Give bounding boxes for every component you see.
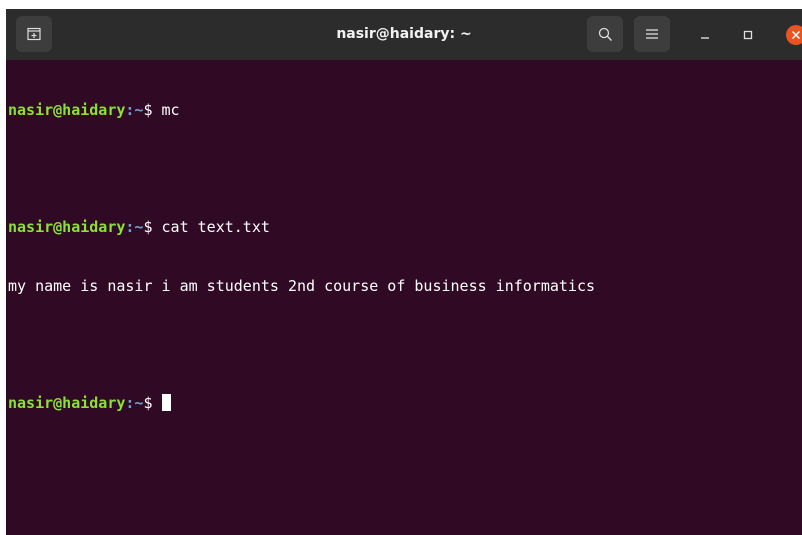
close-icon bbox=[792, 31, 800, 39]
terminal-output[interactable]: nasir@haidary:~$ mc nasir@haidary:~$ cat… bbox=[8, 62, 802, 452]
hamburger-menu-icon bbox=[646, 29, 658, 39]
terminal-output-line: my name is nasir i am students 2nd cours… bbox=[8, 276, 595, 295]
maximize-icon bbox=[743, 30, 753, 39]
prompt-symbol: $ bbox=[143, 218, 162, 236]
search-button[interactable] bbox=[587, 16, 623, 52]
maximize-button[interactable] bbox=[737, 9, 759, 60]
prompt-path: :~ bbox=[125, 101, 144, 119]
prompt-user-host: nasir@haidary bbox=[8, 393, 126, 412]
terminal-line-1: nasir@haidary:~$ mc bbox=[8, 101, 802, 121]
prompt-path: :~ bbox=[125, 218, 144, 236]
command-text: cat text.txt bbox=[161, 218, 270, 236]
terminal-line-2: nasir@haidary:~$ cat text.txt bbox=[8, 218, 802, 238]
prompt-user-host: nasir@haidary bbox=[8, 218, 126, 236]
command-text: mc bbox=[161, 101, 180, 119]
close-button[interactable] bbox=[786, 25, 802, 45]
new-tab-icon bbox=[27, 27, 41, 41]
titlebar: nasir@haidary: ~ bbox=[6, 9, 802, 60]
minimize-icon bbox=[701, 36, 709, 39]
window-title: nasir@haidary: ~ bbox=[336, 26, 472, 42]
terminal-window: nasir@haidary: ~ nasir@haidary:~$ mc nas… bbox=[6, 9, 802, 535]
new-tab-button[interactable] bbox=[16, 16, 52, 52]
search-icon bbox=[598, 27, 612, 41]
text-cursor bbox=[161, 393, 171, 411]
menu-button[interactable] bbox=[634, 16, 670, 52]
prompt-symbol: $ bbox=[143, 393, 162, 412]
prompt-symbol: $ bbox=[143, 101, 162, 119]
prompt-path: :~ bbox=[125, 393, 144, 412]
minimize-button[interactable] bbox=[694, 9, 716, 60]
terminal-line-3: nasir@haidary:~$ bbox=[8, 393, 802, 414]
prompt-user-host: nasir@haidary bbox=[8, 101, 126, 119]
